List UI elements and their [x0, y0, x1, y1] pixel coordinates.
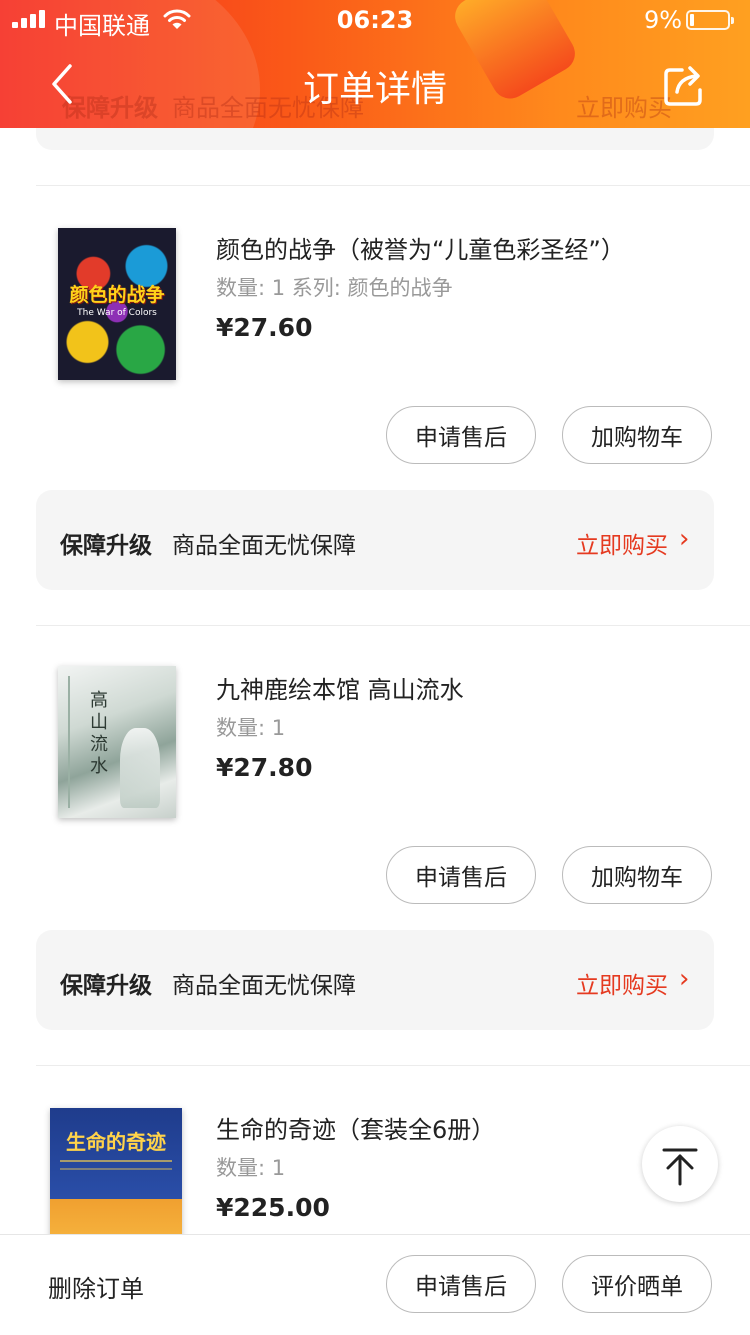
bottom-action-bar: 删除订单 申请售后 评价晒单 — [0, 1234, 750, 1335]
item-price: ¥27.80 — [216, 753, 313, 782]
item-title[interactable]: 颜色的战争（被誉为“儿童色彩圣经”） — [216, 230, 625, 265]
item-meta: 数量: 1 系列: 颜色的战争 — [216, 276, 453, 300]
cover-subtitle: The War of Colors — [77, 308, 157, 318]
buy-now-link[interactable]: 立即购买 — [576, 966, 668, 1000]
item-title[interactable]: 九神鹿绘本馆 高山流水 — [216, 670, 464, 705]
order-item: 高山流水 九神鹿绘本馆 高山流水 数量: 1 ¥27.80 申请售后 加购物车 … — [0, 626, 750, 1030]
book-cover-image[interactable]: 生命的奇迹 — [50, 1108, 182, 1234]
cover-title: 颜色的战争 — [69, 284, 165, 306]
order-item: 颜色的战争 The War of Colors 颜色的战争（被誉为“儿童色彩圣经… — [0, 186, 750, 590]
share-icon[interactable] — [662, 62, 708, 108]
protection-upgrade-card[interactable]: 保障升级 商品全面无忧保障 立即购买 › — [36, 930, 714, 1030]
back-to-top-button[interactable] — [642, 1126, 718, 1202]
review-order-button[interactable]: 评价晒单 — [562, 1255, 712, 1313]
chevron-right-icon: › — [679, 964, 690, 994]
protection-key: 保障升级 — [60, 533, 152, 559]
battery-percent: 9% — [644, 6, 683, 34]
item-price: ¥27.60 — [216, 313, 313, 342]
after-sale-button[interactable]: 申请售后 — [386, 406, 536, 464]
protection-value: 商品全面无忧保障 — [172, 973, 356, 999]
battery-icon — [686, 10, 734, 30]
delete-order-button[interactable]: 删除订单 — [48, 1269, 144, 1304]
item-meta: 数量: 1 — [216, 716, 286, 740]
protection-key: 保障升级 — [60, 973, 152, 999]
item-meta: 数量: 1 — [216, 1156, 286, 1180]
buy-now-link[interactable]: 立即购买 — [576, 526, 668, 560]
item-price: ¥225.00 — [216, 1193, 330, 1222]
after-sale-button[interactable]: 申请售后 — [386, 846, 536, 904]
add-to-cart-button[interactable]: 加购物车 — [562, 406, 712, 464]
book-cover-image[interactable]: 高山流水 — [58, 666, 176, 818]
page-title: 订单详情 — [302, 69, 447, 110]
item-title[interactable]: 生命的奇迹（套装全6册） — [216, 1110, 495, 1145]
clock: 06:23 — [336, 6, 414, 34]
add-to-cart-button[interactable]: 加购物车 — [562, 846, 712, 904]
book-cover-image[interactable]: 颜色的战争 The War of Colors — [58, 228, 176, 380]
after-sale-button[interactable]: 申请售后 — [386, 1255, 536, 1313]
status-bar: 中国联通 06:23 9% — [0, 0, 750, 40]
protection-value: 商品全面无忧保障 — [172, 533, 356, 559]
arrow-up-to-top-icon — [662, 1148, 698, 1186]
cover-title: 高山流水 — [90, 690, 108, 777]
chevron-right-icon: › — [679, 524, 690, 554]
header: 保障升级 商品全面无忧保障 立即购买 中国联通 06:23 9% 订单详情 — [0, 0, 750, 128]
cover-title: 生命的奇迹 — [66, 1130, 166, 1154]
protection-upgrade-card[interactable]: 保障升级 商品全面无忧保障 立即购买 › — [36, 490, 714, 590]
order-item: 生命的奇迹 生命的奇迹（套装全6册） 数量: 1 ¥225.00 — [0, 1066, 750, 1234]
